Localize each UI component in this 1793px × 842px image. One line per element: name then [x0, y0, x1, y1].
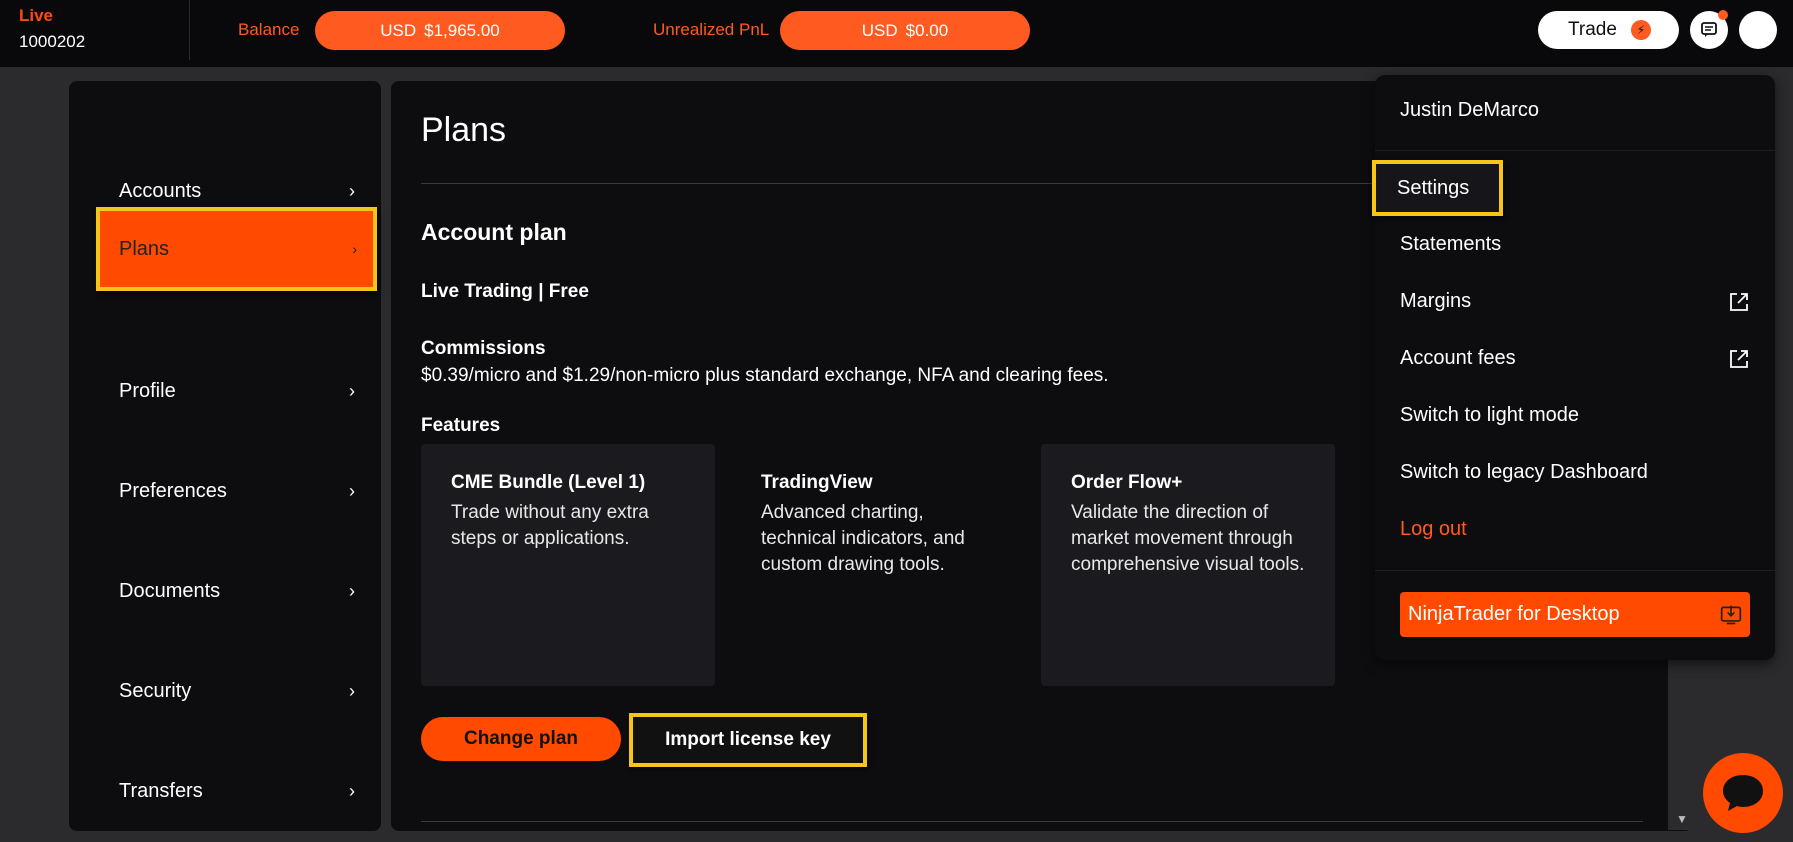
sidebar-item-transfers[interactable]: Transfers ›: [119, 751, 355, 831]
external-link-icon: [1730, 292, 1748, 311]
import-license-key-button[interactable]: Import license key: [629, 713, 867, 767]
balance-value: $1,965.00: [424, 20, 500, 40]
settings-sidebar: Accounts › Plans › Profile › Preferences…: [69, 81, 381, 831]
trade-button[interactable]: Trade ⚡: [1538, 11, 1679, 49]
sidebar-item-label: Transfers: [119, 779, 203, 802]
divider: [421, 183, 1491, 184]
chevron-right-icon: ›: [349, 180, 355, 201]
menu-item-label: Margins: [1400, 290, 1472, 312]
feature-text: Validate the direction of market movemen…: [1071, 502, 1305, 575]
sidebar-item-security[interactable]: Security ›: [119, 651, 355, 731]
feature-card-tradingview: TradingView Advanced charting, technical…: [731, 444, 1025, 686]
sidebar-item-label: Plans: [119, 237, 170, 260]
menu-item-account-fees[interactable]: Account fees: [1400, 347, 1750, 370]
feature-title: Order Flow+: [1071, 472, 1183, 493]
feature-card-cme: CME Bundle (Level 1) Trade without any e…: [421, 444, 715, 686]
menu-item-logout[interactable]: Log out: [1400, 518, 1750, 541]
sidebar-item-label: Preferences: [119, 479, 227, 502]
notification-dot: [1718, 10, 1728, 20]
balance-currency: USD: [380, 20, 417, 40]
lightning-icon: ⚡: [1630, 20, 1651, 40]
commissions-text: $0.39/micro and $1.29/non-micro plus sta…: [421, 365, 1109, 386]
sidebar-item-profile[interactable]: Profile ›: [119, 351, 355, 431]
menu-item-label: Log out: [1400, 518, 1467, 540]
section-title: Account plan: [421, 219, 567, 245]
sidebar-item-preferences[interactable]: Preferences ›: [119, 451, 355, 531]
feature-card-orderflow: Order Flow+ Validate the direction of ma…: [1041, 444, 1335, 686]
divider: [1375, 150, 1775, 151]
divider: [421, 821, 1643, 822]
page-title: Plans: [421, 111, 507, 149]
features-title: Features: [421, 415, 501, 436]
feature-text: Trade without any extra steps or applica…: [451, 502, 649, 549]
feature-title: CME Bundle (Level 1): [451, 472, 646, 493]
account-number: 1000202: [19, 32, 86, 51]
chevron-right-icon: ›: [349, 480, 355, 501]
pnl-currency: USD: [861, 20, 898, 40]
sidebar-item-documents[interactable]: Documents ›: [119, 551, 355, 631]
menu-item-settings[interactable]: Settings: [1372, 160, 1503, 216]
chevron-right-icon: ›: [352, 241, 357, 257]
menu-item-margins[interactable]: Margins: [1400, 290, 1750, 313]
menu-item-label: Switch to legacy Dashboard: [1400, 461, 1648, 483]
download-icon: [1720, 605, 1742, 624]
chat-support-button[interactable]: [1703, 753, 1783, 833]
sidebar-item-label: Documents: [119, 579, 221, 602]
user-name: Justin DeMarco: [1400, 99, 1539, 121]
account-mode: Live: [19, 6, 54, 25]
ninjatrader-desktop-button[interactable]: NinjaTrader for Desktop: [1400, 592, 1750, 637]
change-plan-button[interactable]: Change plan: [421, 717, 621, 761]
pnl-label: Unrealized PnL: [653, 20, 770, 39]
sidebar-item-plans[interactable]: Plans ›: [96, 207, 377, 291]
sidebar-item-label: Security: [119, 679, 192, 702]
menu-item-legacy-dashboard[interactable]: Switch to legacy Dashboard: [1400, 461, 1750, 484]
chevron-right-icon: ›: [349, 680, 355, 701]
menu-item-label: Switch to light mode: [1400, 404, 1579, 426]
plan-name: Live Trading | Free: [421, 281, 589, 302]
sidebar-item-label: Profile: [119, 379, 176, 402]
trade-label: Trade: [1568, 19, 1617, 40]
menu-item-light-mode[interactable]: Switch to light mode: [1400, 404, 1750, 427]
menu-item-label: Account fees: [1400, 347, 1516, 369]
pnl-value: $0.00: [905, 20, 949, 40]
message-icon: [1701, 22, 1717, 37]
scroll-down-icon[interactable]: ▼: [1676, 812, 1688, 826]
chat-bubble-icon: [1723, 775, 1763, 811]
chevron-right-icon: ›: [349, 780, 355, 801]
menu-item-statements[interactable]: Statements: [1400, 233, 1750, 256]
chevron-right-icon: ›: [349, 580, 355, 601]
topbar-divider: [189, 0, 190, 60]
top-bar: Live 1000202 Balance USD $1,965.00 Unrea…: [0, 0, 1793, 67]
menu-item-label: Statements: [1400, 233, 1502, 255]
balance-pill: USD $1,965.00: [315, 11, 565, 50]
pnl-pill: USD $0.00: [780, 11, 1030, 50]
avatar[interactable]: [1739, 11, 1777, 49]
feature-text: Advanced charting, technical indicators,…: [761, 502, 965, 575]
menu-item-label: NinjaTrader for Desktop: [1408, 603, 1620, 625]
external-link-icon: [1730, 349, 1748, 368]
chevron-right-icon: ›: [349, 380, 355, 401]
balance-label: Balance: [238, 20, 300, 39]
sidebar-item-label: Accounts: [119, 179, 202, 202]
profile-dropdown-menu: Justin DeMarco Settings Statements Margi…: [1372, 75, 1775, 660]
account-selector[interactable]: Live 1000202: [19, 6, 85, 52]
divider: [1375, 570, 1775, 571]
commissions-title: Commissions: [421, 338, 546, 359]
feature-title: TradingView: [761, 472, 873, 493]
